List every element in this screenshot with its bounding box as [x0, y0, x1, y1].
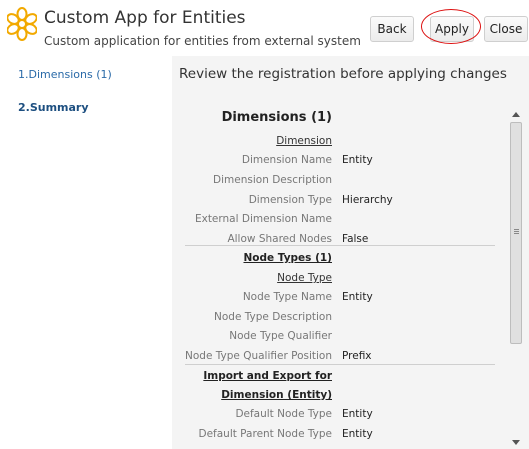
field-label: External Dimension Name [194, 213, 332, 225]
flower-icon [7, 7, 37, 41]
section-label: Dimensions (1) [221, 110, 332, 125]
sidebar-item-summary[interactable]: 2.Summary [18, 101, 89, 114]
subsection-import-export: Import and Export for [182, 367, 508, 387]
field-label: Node Type Description [214, 311, 332, 323]
field-row: Default Node Type Entity [182, 405, 508, 425]
field-row: Node Type Description [182, 308, 508, 328]
scroll-down-arrow-icon[interactable] [512, 440, 520, 445]
field-value: Hierarchy [342, 194, 393, 206]
field-row: Allow Shared Nodes False [182, 230, 508, 250]
divider [185, 245, 495, 246]
field-row: External Dimension Name [182, 210, 508, 230]
subsection-label: Import and Export for [203, 370, 332, 382]
scroll-up-arrow-icon[interactable] [512, 112, 520, 117]
section-dimensions: Dimensions (1) [182, 110, 508, 130]
field-row: Dimension Description [182, 171, 508, 191]
field-value: Entity [342, 154, 373, 166]
subsection-node-type: Node Type [182, 269, 508, 289]
subsection-label: Node Type [277, 272, 332, 284]
subsection-label: Node Types (1) [243, 252, 332, 264]
field-row: Node Type Name Entity [182, 288, 508, 308]
grip-line [514, 233, 519, 234]
field-label: Node Type Qualifier [229, 330, 332, 342]
summary-list: Dimensions (1) Dimension Dimension Name … [182, 110, 508, 449]
apply-button[interactable]: Apply [430, 16, 474, 42]
field-label: Dimension Description [213, 174, 332, 186]
field-value: False [342, 233, 369, 245]
page-heading: Review the registration before applying … [179, 66, 507, 82]
subsection-label: Dimension (Entity) [221, 389, 332, 401]
field-label: Default Node Type [235, 408, 332, 420]
field-label: Node Type Qualifier Position [185, 350, 332, 362]
field-label: Allow Shared Nodes [227, 233, 332, 245]
field-row: Dimension Type Hierarchy [182, 191, 508, 211]
subsection-node-types: Node Types (1) [182, 249, 508, 269]
field-row: Dimension Name Entity [182, 151, 508, 171]
field-value: Prefix [342, 350, 372, 362]
app-subtitle: Custom application for entities from ext… [44, 34, 361, 48]
field-label: Node Type Name [242, 291, 332, 303]
field-label: Dimension Name [241, 154, 332, 166]
subsection-dimension: Dimension [182, 132, 508, 152]
subsection-import-export-dimension: Dimension (Entity) [182, 386, 508, 406]
vertical-scrollbar[interactable] [509, 108, 524, 449]
summary-panel: Review the registration before applying … [172, 56, 529, 449]
close-button[interactable]: Close [484, 16, 528, 42]
field-label: Default Parent Node Type [198, 428, 332, 440]
field-value: Entity [342, 291, 373, 303]
sidebar-item-dimensions[interactable]: 1.Dimensions (1) [18, 68, 112, 81]
subsection-label: Dimension [276, 135, 332, 147]
divider [185, 364, 495, 365]
field-label: Dimension Type [248, 194, 332, 206]
field-value: Entity [342, 408, 373, 420]
grip-line [514, 229, 519, 230]
back-button[interactable]: Back [370, 16, 414, 42]
app-title: Custom App for Entities [44, 8, 246, 28]
grip-line [514, 231, 519, 232]
wizard-steps-sidebar: 1.Dimensions (1) 2.Summary [0, 56, 172, 449]
field-value: Entity [342, 428, 373, 440]
field-row: Node Type Qualifier [182, 327, 508, 347]
field-row: Default Parent Node Type Entity [182, 425, 508, 445]
app-header: Custom App for Entities Custom applicati… [0, 0, 529, 56]
scrollbar-thumb[interactable] [510, 122, 522, 344]
